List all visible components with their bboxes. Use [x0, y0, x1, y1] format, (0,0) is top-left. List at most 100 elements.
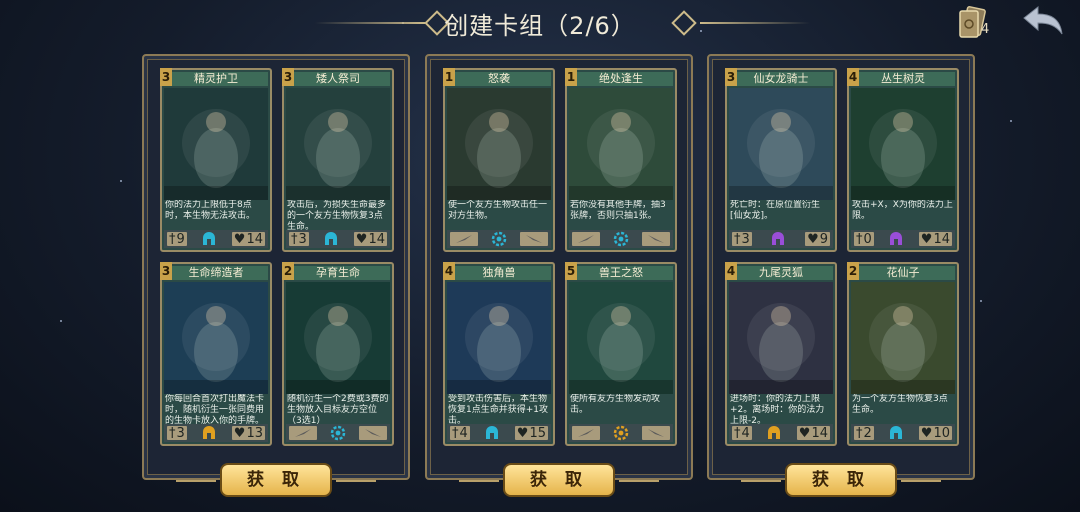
- get-deck-button[interactable]: 获 取: [503, 463, 615, 497]
- card-stats: † 4 ♥ 14: [729, 424, 833, 442]
- card[interactable]: 花仙子 2 为一个友方生物恢复3点生命。 † 2 ♥ 10: [847, 262, 959, 446]
- helmet-icon: [890, 232, 903, 245]
- get-deck-button[interactable]: 获 取: [220, 463, 332, 497]
- card-text: 随机衍生一个2费或3费的生物放入目标友方空位（3选1）: [287, 394, 389, 424]
- heart-icon: ♥: [798, 425, 811, 441]
- card-stats: † 9 ♥ 14: [164, 230, 268, 248]
- health-stat: ♥ 14: [796, 425, 830, 441]
- card-text: 进场时：你的法力上限+2。离场时：你的法力上限-2。: [730, 394, 825, 424]
- card-art: [729, 88, 833, 200]
- card[interactable]: 孕育生命 2 随机衍生一个2费或3费的生物放入目标友方空位（3选1）: [282, 262, 394, 446]
- card[interactable]: 九尾灵狐 4 进场时：你的法力上限+2。离场时：你的法力上限-2。 † 4 ♥ 14: [725, 262, 837, 446]
- card-art-image: [569, 282, 673, 394]
- spell-left-icon: [572, 426, 600, 440]
- spell-left-icon: [450, 232, 478, 246]
- back-button[interactable]: [1020, 4, 1066, 40]
- sword-icon: †: [734, 425, 741, 441]
- card-stats: [569, 230, 673, 248]
- attack-stat: † 4: [732, 425, 752, 441]
- card-art-image: [851, 88, 955, 200]
- card-name: 兽王之怒: [569, 266, 673, 280]
- card-name: 孕育生命: [286, 266, 390, 280]
- card-class-icon: [488, 231, 510, 247]
- card-class-icon: [767, 231, 789, 247]
- button-ornament-right: [901, 480, 941, 482]
- card-class-icon: [198, 231, 220, 247]
- card-class-icon: [885, 231, 907, 247]
- card[interactable]: 怒袭 1 使一个友方生物攻击任一对方生物。: [443, 68, 555, 252]
- spell-right-icon: [359, 426, 387, 440]
- card[interactable]: 兽王之怒 5 使所有友方生物发动攻击。: [565, 262, 677, 446]
- helmet-icon: [325, 232, 338, 245]
- card[interactable]: 矮人祭司 3 攻击后，为损失生命最多的一个友方生物恢复3点生命。 † 3 ♥ 14: [282, 68, 394, 252]
- card-art: [447, 88, 551, 200]
- card-cost: 3: [160, 68, 172, 86]
- card-stats: † 4 ♥ 15: [447, 424, 551, 442]
- card-name: 花仙子: [851, 266, 955, 280]
- card-name: 仙女龙骑士: [729, 72, 833, 86]
- card-cost: 4: [847, 68, 859, 86]
- spell-right-icon: [520, 232, 548, 246]
- card-cost: 4: [725, 262, 737, 280]
- spell-right-icon: [642, 232, 670, 246]
- health-stat: ♥ 10: [918, 425, 952, 441]
- card-art: [447, 282, 551, 394]
- card-stats: † 0 ♥ 14: [851, 230, 955, 248]
- card-art-image: [569, 88, 673, 200]
- gear-icon: [613, 425, 629, 441]
- card-stats: † 2 ♥ 10: [851, 424, 955, 442]
- card-art: [164, 282, 268, 394]
- card-name: 精灵护卫: [164, 72, 268, 86]
- helmet-icon: [203, 426, 216, 439]
- card[interactable]: 精灵护卫 3 你的法力上限低于8点时，本生物无法攻击。 † 9 ♥ 14: [160, 68, 272, 252]
- get-deck-button[interactable]: 获 取: [785, 463, 897, 497]
- star: [120, 180, 122, 182]
- attack-value: 9: [176, 231, 185, 247]
- card-text: 攻击后，为损失生命最多的一个友方生物恢复3点生命。: [287, 200, 387, 230]
- card[interactable]: 仙女龙骑士 3 死亡时：在原位置衍生[仙女龙]。 † 3 ♥ 9: [725, 68, 837, 252]
- card-art: [164, 88, 268, 200]
- attack-value: 3: [176, 425, 185, 441]
- card-class-icon: [610, 231, 632, 247]
- attack-value: 4: [459, 425, 468, 441]
- health-value: 10: [933, 425, 950, 441]
- health-stat: ♥ 15: [514, 426, 548, 441]
- card-art-image: [164, 88, 268, 200]
- health-value: 13: [246, 425, 263, 441]
- gear-icon: [330, 425, 346, 441]
- attack-stat: † 3: [167, 425, 187, 441]
- heart-icon: ♥: [355, 231, 368, 247]
- card[interactable]: 独角兽 4 受到攻击伤害后，本生物恢复1点生命并获得+1攻击。 † 4 ♥ 15: [443, 262, 555, 446]
- helmet-icon: [768, 426, 781, 439]
- card-name: 丛生树灵: [851, 72, 955, 86]
- card-stats: [569, 424, 673, 442]
- card-class-icon: [198, 425, 220, 441]
- card[interactable]: 绝处逢生 1 若你没有其他手牌，抽3张牌，否则只抽1张。: [565, 68, 677, 252]
- spell-left-icon: [572, 232, 600, 246]
- card-class-icon: [481, 425, 503, 441]
- card-stats: [447, 230, 551, 248]
- star: [1010, 120, 1012, 122]
- card-art-image: [164, 282, 268, 394]
- card-art: [851, 282, 955, 394]
- card-text: 你的法力上限低于8点时，本生物无法攻击。: [165, 200, 256, 221]
- sword-icon: †: [856, 231, 863, 247]
- card-name: 绝处逢生: [569, 72, 673, 86]
- card-cost: 3: [160, 262, 172, 280]
- card-stats: [286, 424, 390, 442]
- deck-panel: 仙女龙骑士 3 死亡时：在原位置衍生[仙女龙]。 † 3 ♥ 9 丛生树灵 4 攻击…: [707, 54, 975, 480]
- card-name: 生命缔造者: [164, 266, 268, 280]
- heart-icon: ♥: [920, 231, 933, 247]
- card-class-icon: [763, 425, 785, 441]
- card[interactable]: 丛生树灵 4 攻击+X，X为你的法力上限。 † 0 ♥ 14: [847, 68, 959, 252]
- attack-stat: † 2: [854, 426, 874, 441]
- deck-panel: 精灵护卫 3 你的法力上限低于8点时，本生物无法攻击。 † 9 ♥ 14 矮人祭司 …: [142, 54, 410, 480]
- card[interactable]: 生命缔造者 3 你每回合首次打出魔法卡时，随机衍生一张同费用的生物卡放入你的手牌…: [160, 262, 272, 446]
- title-ornament-right: [700, 22, 810, 24]
- card-art: [569, 282, 673, 394]
- health-value: 14: [811, 425, 828, 441]
- card-text: 死亡时：在原位置衍生[仙女龙]。: [730, 200, 821, 221]
- card-class-icon: [885, 425, 907, 441]
- health-value: 14: [246, 231, 263, 247]
- sword-icon: †: [291, 231, 298, 247]
